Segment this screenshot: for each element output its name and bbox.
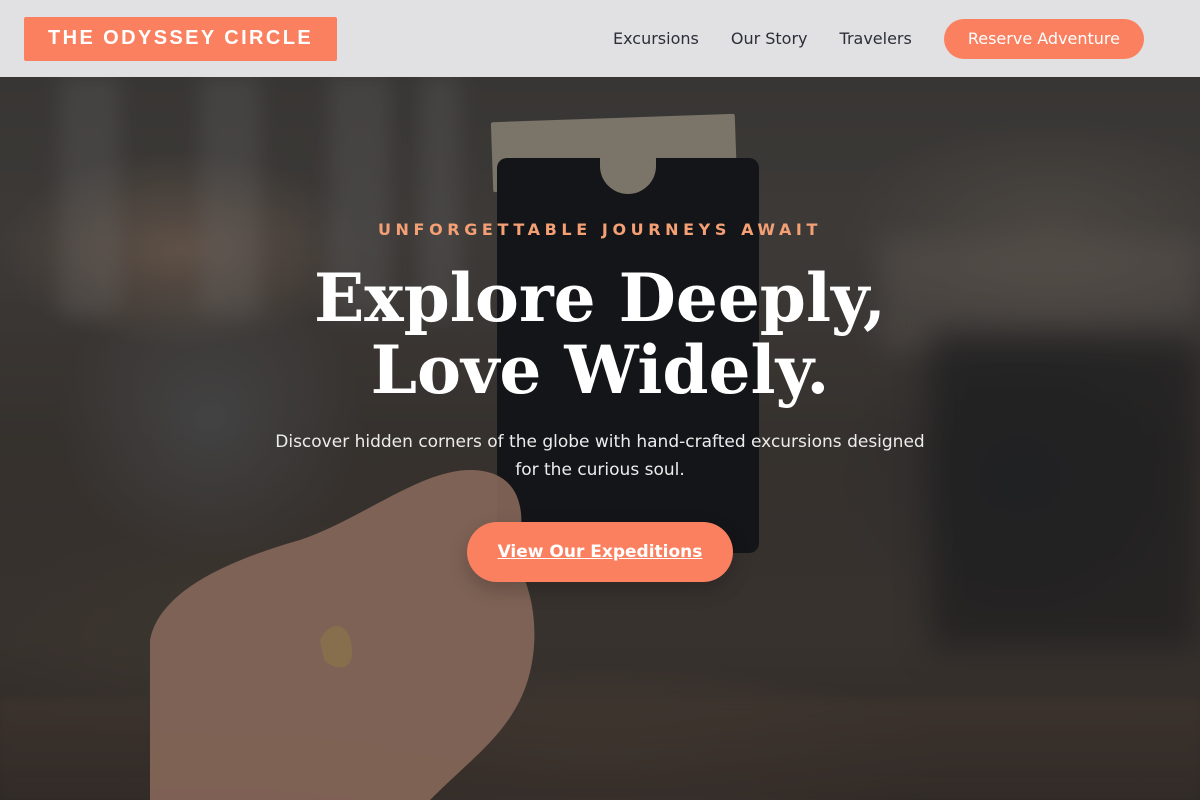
hero-section: UNFORGETTABLE JOURNEYS AWAIT Explore Dee… — [0, 0, 1200, 800]
headline-line-2: Love Widely. — [370, 331, 830, 409]
hero-eyebrow: UNFORGETTABLE JOURNEYS AWAIT — [377, 220, 823, 239]
view-expeditions-button[interactable]: View Our Expeditions — [467, 522, 733, 582]
hero-subtext: Discover hidden corners of the globe wit… — [275, 432, 925, 480]
hero-headline: Explore Deeply, Love Widely. — [0, 262, 1200, 406]
headline-line-1: Explore Deeply, — [313, 259, 887, 337]
